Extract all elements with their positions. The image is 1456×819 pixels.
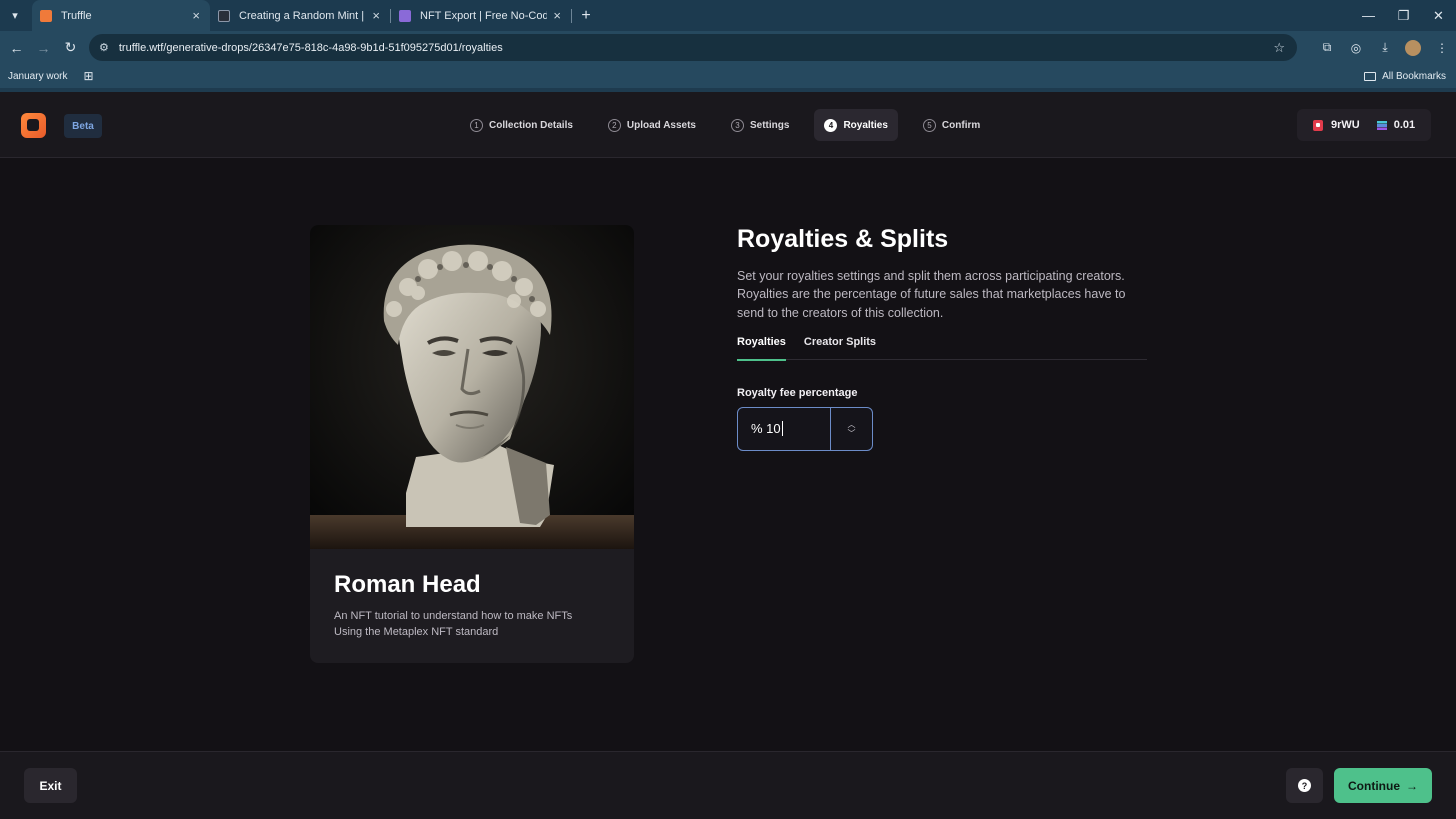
continue-button[interactable]: Continue → <box>1334 768 1432 803</box>
wallet-icon <box>1313 119 1323 131</box>
toolbar-actions: ⧉ ◎ ⤓ ⋮ <box>1312 31 1456 64</box>
beta-badge: Beta <box>64 114 102 138</box>
step-label: Settings <box>750 119 790 131</box>
nft-preview-card: Roman Head An NFT tutorial to understand… <box>310 225 634 663</box>
browser-tab-truffle[interactable]: Truffle × <box>32 0 210 31</box>
nft-description: An NFT tutorial to understand how to mak… <box>334 608 614 640</box>
wallet-address: 9rWU <box>1331 119 1360 131</box>
step-collection-details[interactable]: 1 Collection Details <box>460 109 583 141</box>
step-number: 3 <box>731 118 744 132</box>
page-description: Set your royalties settings and split th… <box>737 269 1126 320</box>
tab-creator-splits[interactable]: Creator Splits <box>804 336 876 360</box>
site-info-icon[interactable]: ⚙ <box>99 41 109 54</box>
url-text[interactable]: truffle.wtf/generative-drops/26347e75-81… <box>119 42 1273 54</box>
browser-tabstrip: ▾ Truffle × Creating a Random Mint | Tru… <box>0 0 1456 31</box>
profile-avatar-icon[interactable] <box>1405 39 1421 56</box>
nft-description-line: Using the Metaplex NFT standard <box>334 626 499 638</box>
bookmark-january-work[interactable]: January work <box>0 71 75 82</box>
royalty-fee-stepper[interactable]: % 10 ︿ ﹀ <box>737 406 873 451</box>
royalty-fee-value: % 10 <box>751 421 781 437</box>
restore-icon[interactable]: ❐ <box>1386 0 1421 31</box>
close-tab-icon[interactable]: × <box>192 8 200 23</box>
browser-tab-title: NFT Export | Free No-Code NFT <box>420 9 548 22</box>
browser-toolbar: ← → ↻ ⚙ truffle.wtf/generative-drops/263… <box>0 31 1456 64</box>
arrow-right-icon: → <box>1406 778 1418 793</box>
minimize-icon[interactable]: — <box>1351 0 1386 31</box>
stepper-arrows[interactable]: ︿ ﹀ <box>831 408 872 450</box>
royalties-tabs: Royalties Creator Splits <box>737 336 1147 361</box>
page-favicon-icon <box>399 9 411 22</box>
nft-image <box>310 225 634 549</box>
back-arrow-icon[interactable]: ← <box>3 34 30 62</box>
step-number: 1 <box>470 118 483 132</box>
tab-royalties[interactable]: Royalties <box>737 336 786 361</box>
close-tab-icon[interactable]: × <box>553 8 561 23</box>
close-tab-icon[interactable]: × <box>372 8 380 23</box>
increment-chevron-up-icon[interactable]: ︿ <box>848 420 856 429</box>
step-number: 4 <box>824 118 838 132</box>
extensions-icon[interactable]: ⧉ <box>1313 34 1341 62</box>
folder-icon <box>1364 71 1377 81</box>
window-controls: — ❐ ✕ <box>1351 0 1456 31</box>
all-bookmarks-label: All Bookmarks <box>1382 70 1446 82</box>
bookmarks-bar: January work ⊞ All Bookmarks <box>0 64 1456 88</box>
step-label: Collection Details <box>489 119 573 131</box>
truffle-logo-icon[interactable] <box>21 113 46 138</box>
text-cursor <box>781 421 783 437</box>
royalty-fee-input[interactable]: % 10 <box>738 407 831 450</box>
wallet-button[interactable]: 9rWU 0.01 <box>1297 109 1431 141</box>
browser-tab-nft-export[interactable]: NFT Export | Free No-Code NFT × <box>391 0 571 31</box>
decrement-chevron-down-icon[interactable]: ﹀ <box>848 429 856 438</box>
step-confirm[interactable]: 5 Confirm <box>913 109 990 141</box>
royalty-fee-label: Royalty fee percentage <box>737 386 858 399</box>
tab-search-dropdown-icon[interactable]: ▾ <box>0 0 30 31</box>
forward-arrow-icon[interactable]: → <box>30 34 57 62</box>
step-label: Confirm <box>941 119 981 131</box>
close-window-icon[interactable]: ✕ <box>1421 0 1456 31</box>
nft-title: Roman Head <box>334 571 481 598</box>
nft-description-line: An NFT tutorial to understand how to mak… <box>334 610 573 622</box>
browser-tab-random-mint[interactable]: Creating a Random Mint | Truffl × <box>210 0 390 31</box>
wizard-footer: Exit ? Continue → <box>0 751 1456 819</box>
app-header: Beta 1 Collection Details 2 Upload Asset… <box>0 92 1456 158</box>
wallet-balance: 0.01 <box>1393 119 1416 131</box>
browser-tab-title: Creating a Random Mint | Truffl <box>239 9 366 22</box>
step-number: 2 <box>607 118 621 132</box>
help-button[interactable]: ? <box>1286 768 1323 803</box>
step-settings[interactable]: 3 Settings <box>721 109 799 141</box>
shield-icon[interactable]: ◎ <box>1342 34 1370 62</box>
help-icon: ? <box>1298 779 1311 792</box>
continue-label: Continue <box>1348 778 1400 793</box>
address-bar[interactable]: ⚙ truffle.wtf/generative-drops/26347e75-… <box>89 34 1297 61</box>
solana-icon <box>1376 120 1387 130</box>
step-upload-assets[interactable]: 2 Upload Assets <box>598 109 706 141</box>
download-icon[interactable]: ⤓ <box>1371 34 1399 62</box>
step-label: Royalties <box>843 119 888 131</box>
apps-grid-icon[interactable]: ⊞ <box>75 69 101 83</box>
all-bookmarks-button[interactable]: All Bookmarks <box>1364 64 1446 88</box>
browser-tab-title: Truffle <box>61 9 92 22</box>
new-tab-button[interactable]: + <box>572 7 600 25</box>
royalties-panel: Royalties & Splits Set your royalties se… <box>737 225 1147 451</box>
menu-dots-icon[interactable]: ⋮ <box>1428 34 1456 62</box>
reload-icon[interactable]: ↻ <box>57 34 84 62</box>
exit-button[interactable]: Exit <box>24 768 77 803</box>
truffle-favicon-icon <box>40 9 52 22</box>
page-favicon-icon <box>218 9 230 22</box>
page-title: Royalties & Splits <box>737 225 949 253</box>
wizard-steps: 1 Collection Details 2 Upload Assets 3 S… <box>460 108 1005 142</box>
bookmark-star-icon[interactable]: ☆ <box>1273 40 1285 56</box>
step-label: Upload Assets <box>626 119 696 131</box>
step-royalties[interactable]: 4 Royalties <box>814 109 898 141</box>
step-number: 5 <box>922 118 936 132</box>
